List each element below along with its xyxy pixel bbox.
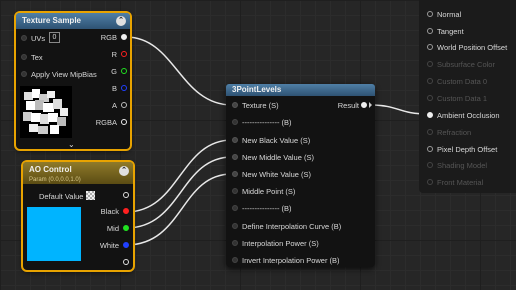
- tangent-pin[interactable]: [427, 28, 433, 34]
- levels-input-separator2: --------------- (B): [242, 204, 292, 213]
- collapse-icon[interactable]: ⌃: [119, 166, 129, 176]
- ambient-occlusion-pin[interactable]: [427, 112, 433, 118]
- mipbias-input-pin[interactable]: [21, 71, 27, 77]
- default-value-label: Default Value: [39, 192, 84, 201]
- ambient-occlusion-label: Ambient Occlusion: [437, 111, 500, 120]
- white-output-pin[interactable]: [123, 242, 129, 248]
- a-output-pin[interactable]: [121, 102, 127, 108]
- b-label: B: [111, 84, 117, 93]
- ao-control-title[interactable]: AO Control Param (0.0,0.0,1.0) ⌃: [23, 162, 133, 184]
- a-label: A: [111, 101, 117, 110]
- levels-input-middle-point: Middle Point (S): [242, 187, 296, 196]
- three-point-levels-node[interactable]: 3PointLevels Texture (S) ---------------…: [226, 84, 375, 267]
- middle-point-input-pin[interactable]: [232, 188, 238, 194]
- levels-input-texture: Texture (S): [242, 101, 279, 110]
- mid-output-pin[interactable]: [123, 225, 129, 231]
- shading-model-label: Shading Model: [437, 161, 488, 170]
- tex-input-pin[interactable]: [21, 54, 27, 60]
- separator1-input-pin[interactable]: [232, 119, 238, 125]
- chevron-down-icon[interactable]: ⌄: [68, 140, 75, 149]
- ao-control-title-text: AO Control: [29, 165, 72, 174]
- new-middle-input-pin[interactable]: [232, 154, 238, 160]
- front-material-label: Front Material: [437, 178, 484, 187]
- white-label: White: [99, 241, 119, 250]
- levels-input-invert-power: Invert Interpolation Power (B): [242, 256, 340, 265]
- levels-input-interp-power: Interpolation Power (S): [242, 239, 319, 248]
- normal-label: Normal: [437, 10, 462, 19]
- material-result-node[interactable]: Normal Tangent World Position Offset Sub…: [419, 0, 516, 193]
- g-output-pin[interactable]: [121, 68, 127, 74]
- g-label: G: [111, 67, 117, 76]
- normal-pin[interactable]: [427, 11, 433, 17]
- texture-input-pin[interactable]: [232, 102, 238, 108]
- rgba-output-pin[interactable]: [121, 119, 127, 125]
- pixel-depth-offset-pin[interactable]: [427, 146, 433, 152]
- result-output-pin[interactable]: [361, 102, 367, 108]
- custom-data-0-label: Custom Data 0: [437, 77, 488, 86]
- front-material-pin: [427, 179, 433, 185]
- tex-label: Tex: [31, 53, 43, 62]
- shading-model-pin: [427, 162, 433, 168]
- ao-control-node[interactable]: AO Control Param (0.0,0.0,1.0) ⌃ Default…: [21, 160, 135, 272]
- texture-sample-title-text: Texture Sample: [22, 16, 81, 25]
- default-output-pin[interactable]: [123, 192, 129, 198]
- result-label: Result: [337, 101, 359, 110]
- levels-input-new-black: New Black Value (S): [242, 136, 311, 145]
- uvs-input-pin[interactable]: [21, 35, 27, 41]
- subsurface-color-label: Subsurface Color: [437, 60, 495, 69]
- custom-data-1-label: Custom Data 1: [437, 94, 488, 103]
- rgb-label: RGB: [100, 33, 117, 42]
- checker-swatch-icon[interactable]: [86, 191, 95, 200]
- separator2-input-pin[interactable]: [232, 205, 238, 211]
- refraction-pin: [427, 129, 433, 135]
- result-arrow-icon: [369, 102, 372, 108]
- refraction-label: Refraction: [437, 128, 472, 137]
- levels-input-new-white: New White Value (S): [242, 170, 312, 179]
- rgba-label: RGBA: [95, 118, 117, 127]
- tangent-label: Tangent: [437, 27, 464, 36]
- levels-title-text: 3PointLevels: [232, 85, 282, 94]
- black-output-pin[interactable]: [123, 208, 129, 214]
- wire-rgb-to-texture: [125, 36, 233, 106]
- new-black-input-pin[interactable]: [232, 137, 238, 143]
- mid-label: Mid: [106, 224, 119, 233]
- ao-control-subtitle: Param (0.0,0.0,1.0): [29, 177, 81, 183]
- world-position-offset-pin[interactable]: [427, 44, 433, 50]
- texture-sample-title[interactable]: Texture Sample ⌃: [16, 13, 130, 29]
- collapse-icon[interactable]: ⌃: [116, 16, 126, 26]
- levels-input-separator1: --------------- (B): [242, 118, 292, 127]
- r-label: R: [111, 50, 117, 59]
- levels-title[interactable]: 3PointLevels: [226, 84, 375, 96]
- levels-input-define-curve: Define Interpolation Curve (B): [242, 222, 342, 231]
- interp-power-input-pin[interactable]: [232, 240, 238, 246]
- invert-power-input-pin[interactable]: [232, 257, 238, 263]
- levels-input-new-middle: New Middle Value (S): [242, 153, 314, 162]
- ao-color-swatch[interactable]: [27, 207, 81, 261]
- b-output-pin[interactable]: [121, 85, 127, 91]
- rgb-output-pin[interactable]: [121, 34, 127, 40]
- custom-data-0-pin: [427, 78, 433, 84]
- world-position-offset-label: World Position Offset: [437, 43, 508, 52]
- new-white-input-pin[interactable]: [232, 171, 238, 177]
- uvs-label: UVs: [31, 34, 46, 43]
- subsurface-color-pin: [427, 61, 433, 67]
- define-curve-input-pin[interactable]: [232, 223, 238, 229]
- pixel-depth-offset-label: Pixel Depth Offset: [437, 145, 498, 154]
- wire-mid: [125, 156, 233, 229]
- r-output-pin[interactable]: [121, 51, 127, 57]
- extra-output-pin[interactable]: [123, 259, 129, 265]
- custom-data-1-pin: [427, 95, 433, 101]
- texture-sample-node[interactable]: Texture Sample ⌃ UVs 0 Tex Apply View Mi…: [14, 11, 132, 151]
- texture-preview-image: [20, 86, 72, 138]
- black-label: Black: [100, 207, 119, 216]
- mipbias-label: Apply View MipBias: [31, 70, 97, 79]
- uvs-value-field[interactable]: 0: [49, 32, 60, 43]
